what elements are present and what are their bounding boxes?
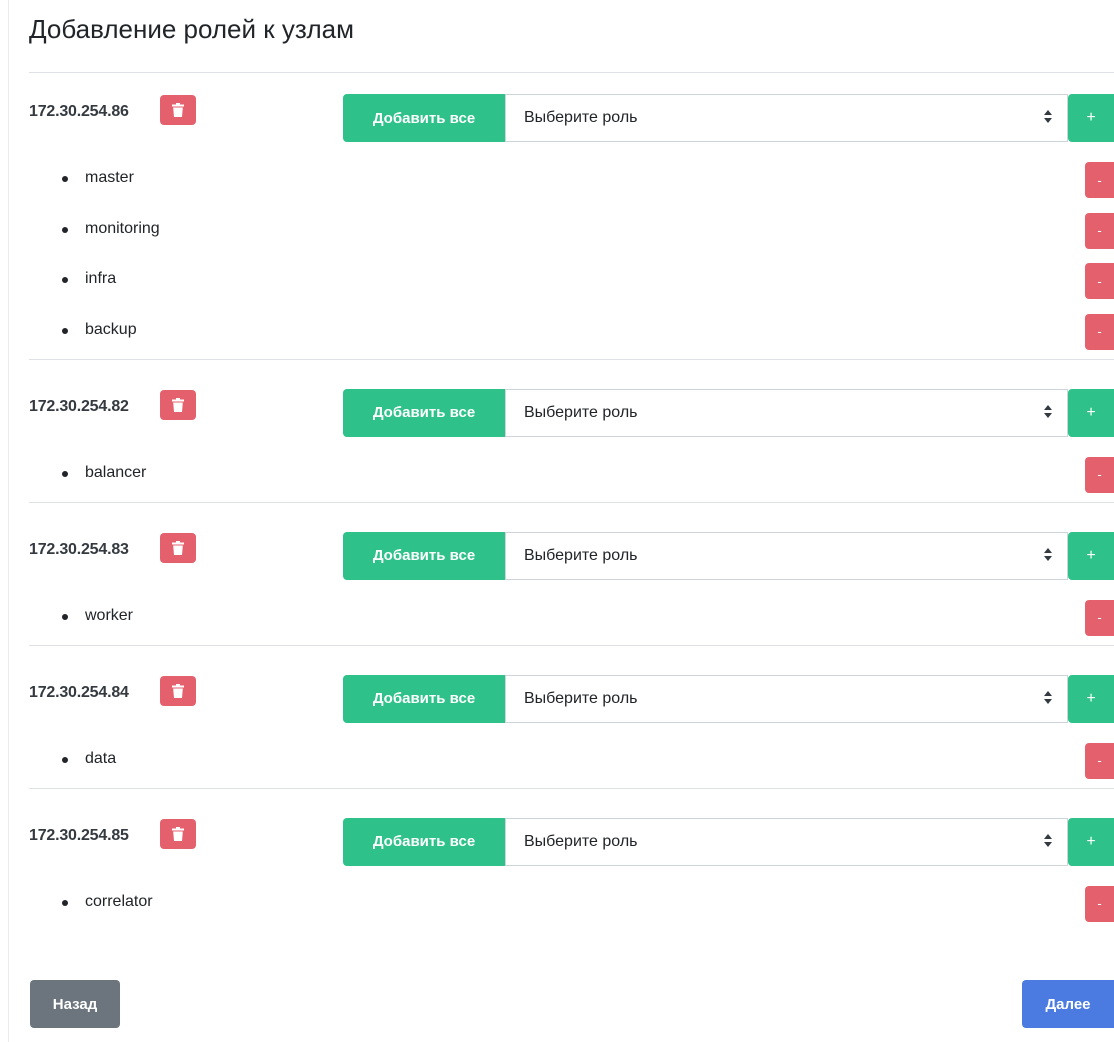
node-divider: [29, 644, 1114, 646]
node-divider: [29, 501, 1114, 503]
bullet-icon: [62, 277, 68, 283]
add-all-button[interactable]: Добавить все: [343, 94, 505, 142]
delete-node-button[interactable]: [160, 532, 196, 563]
add-all-button[interactable]: Добавить все: [343, 531, 505, 580]
add-all-button[interactable]: Добавить все: [343, 388, 505, 437]
delete-node-button[interactable]: [160, 818, 196, 849]
sort-arrows-icon: [1044, 547, 1052, 561]
add-role-button[interactable]: +: [1068, 817, 1114, 866]
remove-role-button[interactable]: -: [1085, 162, 1114, 198]
role-select-placeholder: Выберите роль: [524, 546, 638, 564]
add-role-button[interactable]: +: [1068, 94, 1114, 142]
delete-node-button[interactable]: [160, 675, 196, 706]
trash-icon: [172, 103, 184, 117]
role-name: monitoring: [85, 219, 160, 237]
role-name: master: [85, 169, 134, 186]
role-select-placeholder: Выберите роль: [524, 109, 638, 126]
node-ip: 172.30.254.82: [29, 397, 129, 415]
trash-icon: [172, 397, 184, 412]
left-border: [8, 0, 9, 1042]
role-select-placeholder: Выберите роль: [524, 832, 638, 850]
divider: [29, 72, 1114, 73]
sort-arrows-icon: [1044, 110, 1052, 123]
remove-role-button[interactable]: -: [1085, 212, 1114, 249]
trash-icon: [172, 826, 184, 841]
role-name: balancer: [85, 463, 147, 481]
bullet-icon: [62, 327, 68, 334]
add-role-button[interactable]: +: [1068, 531, 1114, 580]
node-block: 172.30.254.84 Добавить все Выберите роль + d…: [29, 674, 1114, 789]
bullet-icon: [62, 899, 68, 906]
delete-node-button[interactable]: [160, 95, 196, 125]
role-item: worker -: [29, 599, 1114, 637]
node-block: 172.30.254.82 Добавить все Выберите роль + b…: [29, 388, 1114, 503]
page-title: Добавление ролей к узлам: [29, 14, 354, 44]
remove-role-button[interactable]: -: [1085, 599, 1114, 636]
role-name: worker: [85, 606, 134, 624]
node-ip: 172.30.254.85: [29, 826, 129, 844]
role-item: monitoring -: [29, 212, 1114, 250]
node-ip: 172.30.254.83: [29, 540, 129, 558]
role-select-placeholder: Выберите роль: [524, 689, 638, 707]
add-role-button[interactable]: +: [1068, 674, 1114, 723]
add-all-button[interactable]: Добавить все: [343, 817, 505, 866]
role-name: data: [85, 749, 117, 767]
delete-node-button[interactable]: [160, 389, 196, 420]
node-ip: 172.30.254.86: [29, 103, 129, 120]
bullet-icon: [62, 470, 68, 477]
node-ip: 172.30.254.84: [29, 683, 129, 701]
remove-role-button[interactable]: -: [1085, 313, 1114, 350]
role-item: data -: [29, 742, 1114, 780]
bullet-icon: [62, 226, 68, 233]
role-item: infra -: [29, 263, 1114, 300]
node-block: 172.30.254.83 Добавить все Выберите роль + w…: [29, 531, 1114, 646]
sort-arrows-icon: [1044, 833, 1052, 847]
role-item: correlator -: [29, 885, 1114, 923]
role-item: backup -: [29, 313, 1114, 351]
node-divider: [29, 787, 1114, 789]
remove-role-button[interactable]: -: [1085, 742, 1114, 779]
sort-arrows-icon: [1044, 690, 1052, 704]
add-all-button[interactable]: Добавить все: [343, 674, 505, 723]
bullet-icon: [62, 176, 68, 182]
role-item: master -: [29, 162, 1114, 199]
back-button[interactable]: Назад: [30, 980, 120, 1028]
remove-role-button[interactable]: -: [1085, 263, 1114, 299]
remove-role-button[interactable]: -: [1085, 885, 1114, 922]
role-item: balancer -: [29, 456, 1114, 494]
node-divider: [29, 358, 1114, 360]
role-name: infra: [85, 270, 117, 287]
add-role-button[interactable]: +: [1068, 388, 1114, 437]
role-select[interactable]: Выберите роль: [505, 531, 1068, 580]
role-select[interactable]: Выберите роль: [505, 388, 1068, 437]
role-name: correlator: [85, 892, 153, 910]
role-select[interactable]: Выберите роль: [505, 674, 1068, 723]
next-button[interactable]: Далее: [1022, 980, 1114, 1028]
node-block: 172.30.254.85 Добавить все Выберите роль + c…: [29, 817, 1114, 932]
node-block: 172.30.254.86 Добавить все Выберите роль + m…: [29, 94, 1114, 360]
bullet-icon: [62, 756, 68, 763]
role-select[interactable]: Выберите роль: [505, 94, 1068, 142]
bullet-icon: [62, 613, 68, 620]
trash-icon: [172, 683, 184, 698]
role-select[interactable]: Выберите роль: [505, 817, 1068, 866]
role-name: backup: [85, 320, 137, 338]
trash-icon: [172, 540, 184, 555]
sort-arrows-icon: [1044, 404, 1052, 418]
role-select-placeholder: Выберите роль: [524, 403, 638, 421]
remove-role-button[interactable]: -: [1085, 456, 1114, 493]
